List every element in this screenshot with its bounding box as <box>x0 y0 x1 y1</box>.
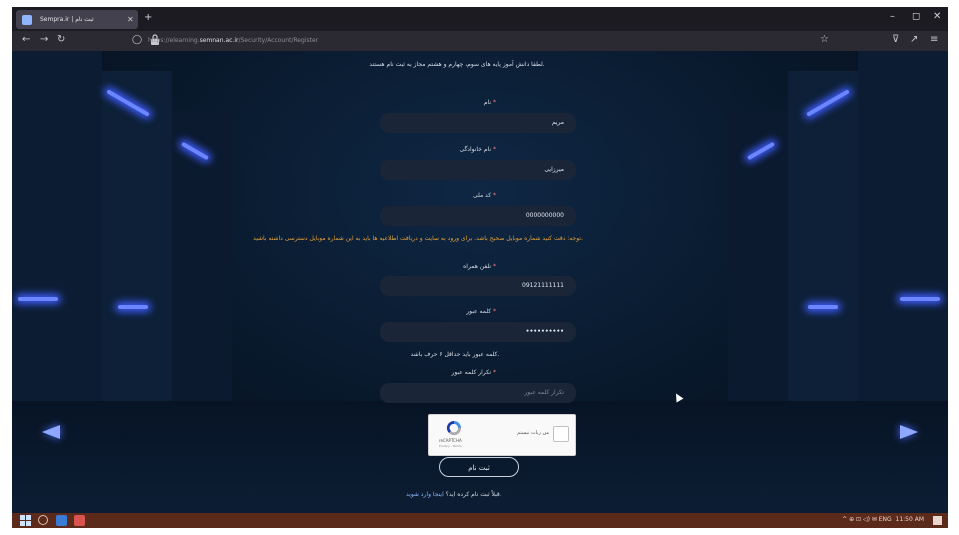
reload-icon[interactable]: ↻ <box>57 34 65 45</box>
mobile-label: تلفن همراه * <box>463 263 496 270</box>
password-input[interactable]: •••••••••• <box>380 322 576 342</box>
extensions-icon[interactable]: ↗ <box>910 34 918 45</box>
app-taskbar-icon[interactable] <box>74 515 85 526</box>
taskbar: ^ ⊕ ⊡ ◁) ✉ ENG 11:50 AM <box>12 513 948 528</box>
national-code-label: کد ملی * <box>472 192 496 199</box>
minimize-button[interactable]: – <box>890 11 895 22</box>
forward-icon[interactable]: → <box>40 34 48 45</box>
clock: 11:50 AM <box>895 516 924 523</box>
search-icon[interactable] <box>38 515 48 525</box>
shield-icon[interactable]: ◯ <box>132 35 142 45</box>
close-tab-icon[interactable]: ✕ <box>127 15 134 24</box>
mobile-input[interactable]: 09121111111 <box>380 276 576 296</box>
footer-text: قبلاً ثبت نام کرده اید؟ <box>445 491 500 498</box>
first-name-label: نام * <box>483 99 496 106</box>
menu-icon[interactable]: ≡ <box>930 34 938 45</box>
last-name-input[interactable]: میرزایی <box>380 160 576 180</box>
recaptcha-label: من ربات نیستم <box>517 430 549 436</box>
tab-title: Sempra.ir | ثبت نام <box>40 16 94 23</box>
browser-tab-bar: Sempra.ir | ثبت نام ✕ + – ◻ ✕ <box>12 7 948 31</box>
password-label: کلمه عبور * <box>466 308 496 315</box>
back-icon[interactable]: ← <box>22 34 30 45</box>
system-tray[interactable]: ^ ⊕ ⊡ ◁) ✉ ENG 11:50 AM <box>842 516 924 523</box>
confirm-password-label: تکرار کلمه عبور * <box>451 369 496 376</box>
firefox-taskbar-icon[interactable] <box>56 515 67 526</box>
bookmark-star-icon[interactable]: ☆ <box>820 34 829 45</box>
favicon-icon <box>22 14 32 25</box>
national-code-input[interactable]: 0000000000 <box>380 206 576 226</box>
first-name-input[interactable]: مریم <box>380 113 576 133</box>
recaptcha-logo-icon <box>446 420 462 436</box>
intro-text: لطفا دانش آموز پایه های سوم، چهارم و هشت… <box>369 61 545 68</box>
pocket-icon[interactable]: ⊽ <box>892 34 899 45</box>
web-page: لطفا دانش آموز پایه های سوم، چهارم و هشت… <box>12 51 948 513</box>
confirm-password-input[interactable]: تکرار کلمه عبور <box>380 383 576 403</box>
recaptcha-widget: من ربات نیستم reCAPTCHA Privacy - Terms <box>428 414 576 456</box>
recaptcha-checkbox[interactable] <box>553 426 569 442</box>
last-name-label: نام خانوادگی * <box>459 146 496 153</box>
password-hint: کلمه عبور باید حداقل ۶ حرف باشد. <box>410 351 500 358</box>
browser-nav-bar: ← → ↻ ◯ https://elearning.semnan.ac.ir/S… <box>12 31 948 51</box>
browser-tab[interactable]: Sempra.ir | ثبت نام ✕ <box>16 10 138 29</box>
address-bar[interactable]: ◯ https://elearning.semnan.ac.ir/Securit… <box>126 34 842 48</box>
login-footer: قبلاً ثبت نام کرده اید؟ اینجا وارد شوید. <box>406 491 502 498</box>
screen: Sempra.ir | ثبت نام ✕ + – ◻ ✕ ← → ↻ ◯ ht… <box>12 7 948 528</box>
recaptcha-terms[interactable]: Privacy - Terms <box>439 444 462 448</box>
maximize-button[interactable]: ◻ <box>912 11 920 22</box>
register-button[interactable]: ثبت نام <box>439 457 519 477</box>
notification-icon[interactable] <box>933 516 942 525</box>
new-tab-button[interactable]: + <box>144 12 152 23</box>
mobile-warning: توجه: دقت کنید شماره موبایل صحیح باشد. ب… <box>253 235 583 242</box>
recaptcha-brand: reCAPTCHA <box>439 438 462 443</box>
url-text: https://elearning.semnan.ac.ir/Security/… <box>148 37 319 44</box>
close-window-button[interactable]: ✕ <box>933 11 941 22</box>
windows-start-icon[interactable] <box>20 515 31 526</box>
registration-form: لطفا دانش آموز پایه های سوم، چهارم و هشت… <box>12 51 948 513</box>
